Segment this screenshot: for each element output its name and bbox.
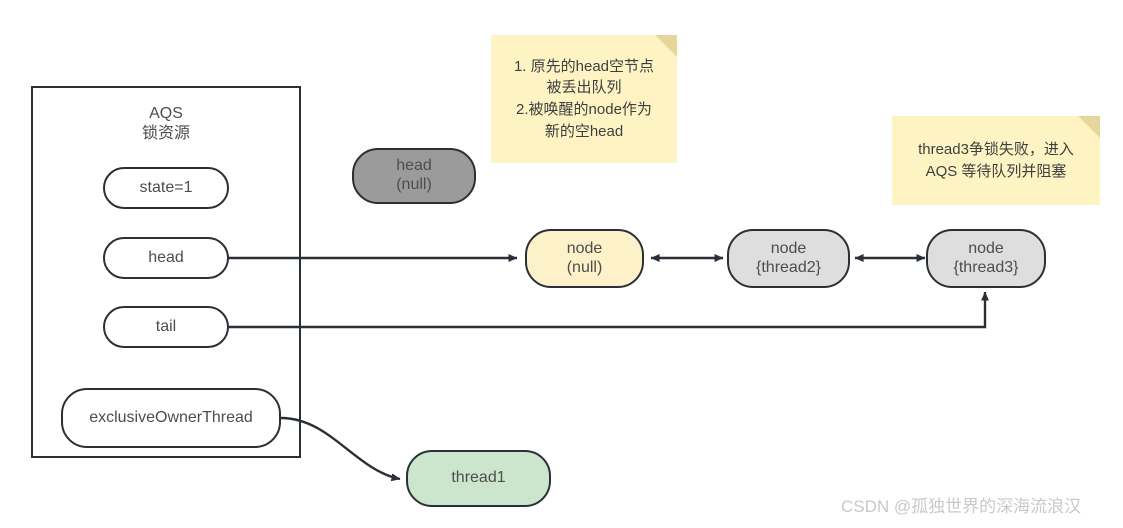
node-thread1-label: thread1 [451, 469, 506, 487]
aqs-field-exclusive-owner-thread[interactable]: exclusiveOwnerThread [61, 388, 281, 448]
node-old-head-line1: head [396, 157, 432, 175]
node-thread3-line1: node [968, 239, 1004, 257]
aqs-field-state[interactable]: state=1 [103, 167, 229, 209]
aqs-title-line1: AQS [149, 105, 183, 122]
sticky-note-1-line3: 2.被唤醒的node作为 [516, 101, 652, 118]
aqs-field-head-label: head [148, 248, 184, 266]
aqs-title: AQS 锁资源 [31, 104, 301, 144]
sticky-note-2-line2: AQS 等待队列并阻塞 [925, 162, 1067, 180]
sticky-note-thread3-blocked: thread3争锁失败，进入 AQS 等待队列并阻塞 [892, 116, 1100, 205]
sticky-note-1-line4: 新的空head [544, 122, 624, 140]
node-thread2-line1: node [770, 239, 807, 257]
aqs-field-state-label: state=1 [139, 178, 193, 196]
sticky-note-1-line1: 1. 原先的head空节点 [513, 57, 655, 75]
node-null[interactable]: node (null) [525, 229, 644, 288]
node-thread1[interactable]: thread1 [406, 450, 551, 507]
sticky-note-2-fold-icon [1078, 116, 1100, 138]
node-thread2[interactable]: node {thread2} [727, 229, 850, 288]
aqs-field-exclusive-owner-thread-label: exclusiveOwnerThread [89, 408, 253, 426]
sticky-note-1-fold-icon [655, 35, 677, 57]
node-thread2-line2: {thread2} [756, 258, 821, 276]
node-null-line1: node [566, 239, 603, 257]
csdn-watermark: CSDN @孤独世界的深海流浪汉 [841, 497, 1082, 516]
node-thread3[interactable]: node {thread3} [926, 229, 1046, 288]
node-thread3-line2: {thread3} [953, 258, 1019, 276]
sticky-note-head-replacement: 1. 原先的head空节点 被丢出队列 2.被唤醒的node作为 新的空head [491, 35, 677, 163]
node-null-line2: (null) [566, 258, 603, 276]
aqs-field-tail-label: tail [155, 317, 177, 335]
aqs-field-tail[interactable]: tail [103, 306, 229, 348]
sticky-note-2-line1: thread3争锁失败，进入 [918, 140, 1074, 158]
edge-tail-to-node-thread3 [228, 291, 989, 329]
diagram-canvas: AQS 锁资源 state=1 head tail exclusiveOwner… [0, 0, 1123, 528]
sticky-note-1-line2: 被丢出队列 [546, 79, 622, 97]
node-old-head-line2: (null) [396, 176, 432, 193]
aqs-title-line2: 锁资源 [141, 125, 190, 142]
aqs-field-head[interactable]: head [103, 237, 229, 279]
node-old-head[interactable]: head (null) [352, 148, 476, 204]
